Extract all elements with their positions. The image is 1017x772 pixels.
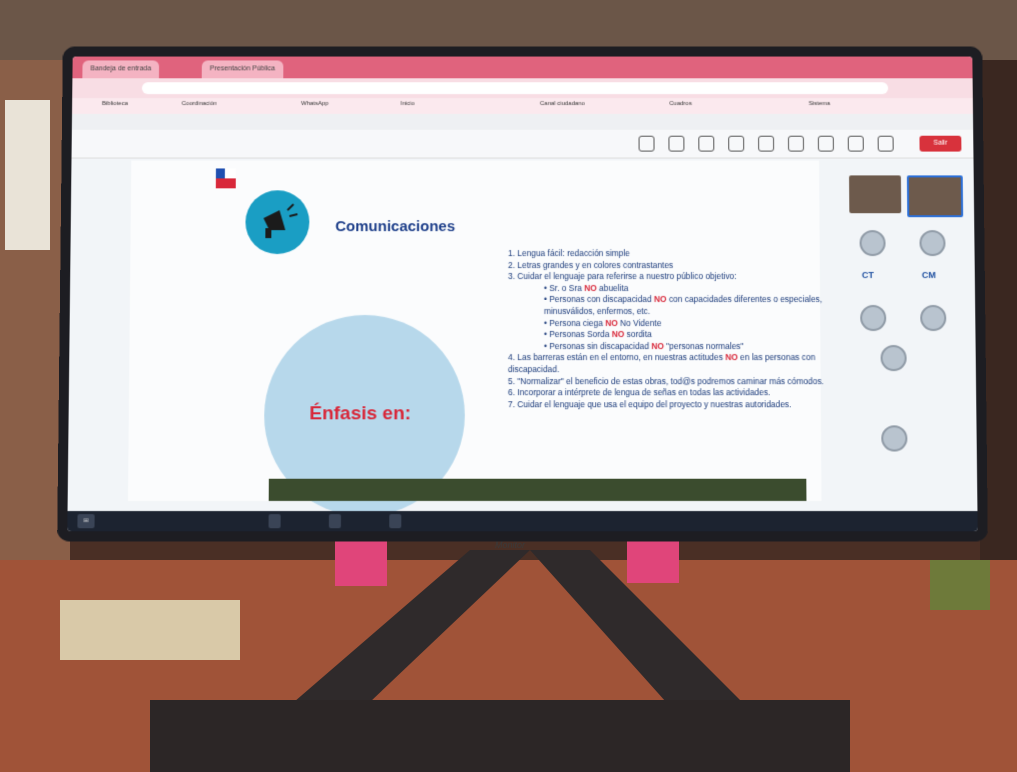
bookmark-5[interactable]: Canal ciudadano (540, 101, 585, 107)
slide-list: 1. Lengua fácil: redacción simple 2. Letr… (508, 248, 829, 411)
share-icon[interactable] (878, 136, 894, 152)
slide-list-item: 7. Cuidar el lenguaje que usa el equipo … (508, 399, 829, 411)
monitor-screen: Bandeja de entrada Presentación Pública … (67, 57, 977, 532)
camera-icon[interactable] (818, 136, 834, 152)
participant-initial-ct: CT (862, 270, 874, 280)
bookmark-6[interactable]: Cuadros (669, 101, 692, 107)
slide-list-item: 3. Cuidar el lenguaje para referirse a n… (508, 271, 828, 283)
taskbar-app-1[interactable] (269, 514, 281, 528)
participant-avatar[interactable] (860, 305, 886, 331)
slide-list-item: • Personas con discapacidad NO con capac… (508, 294, 828, 317)
participants-panel: CT CM (839, 175, 967, 495)
reactions-icon[interactable] (728, 136, 744, 152)
bookmarks-bar: Biblioteca Coordinación WhatsApp Inicio … (72, 98, 973, 114)
slide-list-item: • Persona ciega NO No Vidente (508, 318, 828, 330)
browser-tab-1[interactable]: Bandeja de entrada (82, 60, 159, 78)
chile-flag-icon (216, 168, 236, 188)
meeting-controls (639, 136, 894, 152)
megaphone-icon (245, 190, 309, 254)
slide-list-item: 4. Las barreras están en el entorno, en … (508, 352, 829, 375)
bookmark-7[interactable]: Sistema (809, 101, 831, 107)
meeting-toolbar: Salir (72, 130, 974, 159)
participant-avatar[interactable] (880, 345, 906, 371)
browser-tab-bar: Bandeja de entrada Presentación Pública (72, 57, 972, 79)
slide-list-item: 5. "Normalizar" el beneficio de estas ob… (508, 376, 829, 388)
slide-title: Comunicaciones (335, 218, 455, 235)
bookmark-3[interactable]: WhatsApp (301, 101, 329, 107)
view-icon[interactable] (758, 136, 774, 152)
participant-avatar[interactable] (859, 230, 885, 256)
taskbar-app-2[interactable] (329, 514, 341, 528)
taskbar-app-3[interactable] (389, 514, 401, 528)
url-input[interactable] (142, 82, 888, 94)
wall-picture (5, 100, 50, 250)
leave-button[interactable]: Salir (919, 136, 961, 152)
participant-avatar[interactable] (919, 230, 945, 256)
sticky-note-green (930, 560, 990, 610)
raise-hand-icon[interactable] (698, 136, 714, 152)
start-button[interactable]: ⊞ (77, 514, 94, 528)
info-bar (72, 114, 978, 130)
slide-list-item: 2. Letras grandes y en colores contrasta… (508, 260, 828, 272)
url-bar (72, 78, 973, 98)
photo-scene: Monitor Bandeja de entrada Presentación … (0, 0, 1017, 772)
keyboard-area (150, 700, 850, 772)
slide-list-item: • Sr. o Sra NO abuelita (508, 283, 828, 295)
presentation-slide: Comunicaciones Énfasis en: 1. Lengua fác… (128, 161, 822, 501)
participant-video-1[interactable] (849, 175, 901, 213)
slide-list-item: 1. Lengua fácil: redacción simple (508, 248, 828, 260)
sticky-note-pink-right (627, 537, 679, 583)
people-icon[interactable] (668, 136, 684, 152)
slide-list-item: • Personas Sorda NO sordita (508, 329, 828, 341)
windows-taskbar: ⊞ (67, 511, 977, 531)
participant-initial-cm: CM (922, 270, 936, 280)
participant-video-2[interactable] (907, 175, 963, 217)
more-icon[interactable] (788, 136, 804, 152)
emphasis-label: Énfasis en: (309, 403, 411, 425)
book (60, 600, 240, 660)
monitor-brand: Monitor (495, 540, 525, 550)
bookmark-4[interactable]: Inicio (401, 101, 415, 107)
bookmark-2[interactable]: Coordinación (182, 101, 217, 107)
sticky-note-pink-left (335, 540, 387, 586)
slide-list-item: • Personas sin discapacidad NO "personas… (508, 341, 828, 353)
slide-list-item: 6. Incorporar a intérprete de lengua de … (508, 387, 829, 399)
mic-icon[interactable] (848, 136, 864, 152)
decorative-strip (269, 479, 807, 501)
bookmark-1[interactable]: Biblioteca (102, 101, 128, 107)
participant-avatar[interactable] (881, 425, 907, 451)
browser-tab-2[interactable]: Presentación Pública (202, 60, 283, 78)
chat-icon[interactable] (639, 136, 655, 152)
participant-avatar[interactable] (920, 305, 946, 331)
